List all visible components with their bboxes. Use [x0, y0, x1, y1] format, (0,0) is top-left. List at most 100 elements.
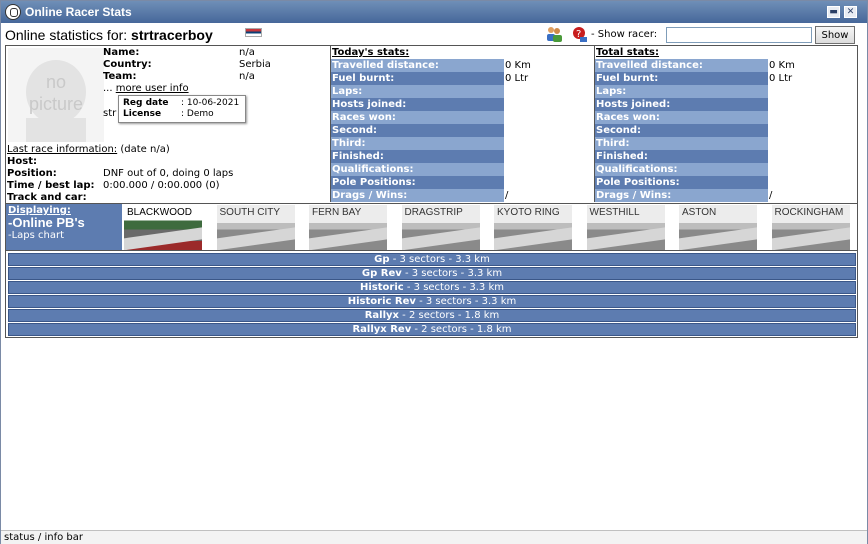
window-title: Online Racer Stats: [25, 5, 132, 19]
app-icon: [5, 4, 21, 20]
displaying-panel: Displaying: -Online PB's -Laps chart: [6, 204, 122, 250]
team-label: Team:: [103, 71, 137, 82]
last-race-row: Last race information: (date n/a): [7, 144, 170, 156]
stat-value: 0 Km: [769, 60, 795, 71]
show-racer-label: - Show racer:: [591, 29, 658, 40]
titlebar[interactable]: Online Racer Stats ▬ ✕: [1, 1, 867, 23]
track-thumbnail: [586, 224, 665, 250]
stat-label: Third:: [595, 137, 768, 150]
last-race-info: Last race information: (date n/a) Host: …: [7, 144, 233, 204]
track-tab-fern-bay[interactable]: FERN BAY: [309, 205, 387, 250]
stat-row: Travelled distance: 0 Km: [595, 59, 856, 72]
track-tab-aston[interactable]: ASTON: [679, 205, 757, 250]
stat-label: Qualifications:: [595, 163, 768, 176]
stat-label: Fuel burnt:: [595, 72, 768, 85]
stat-label: Hosts joined:: [595, 98, 768, 111]
status-bar: status / info bar: [1, 530, 867, 544]
track-config-list: Gp - 3 sectors - 3.3 km Gp Rev - 3 sector…: [8, 253, 856, 337]
stat-row: Pole Positions:: [331, 176, 592, 189]
position-label: Position:: [7, 168, 57, 179]
stat-label: Fuel burnt:: [331, 72, 504, 85]
total-stats-title: Total stats:: [596, 47, 660, 58]
more-user-info-link[interactable]: more user info: [116, 83, 189, 94]
stat-row: Pole Positions:: [595, 176, 856, 189]
stat-row: Laps:: [331, 85, 592, 98]
track-config-row[interactable]: Gp - 3 sectors - 3.3 km: [8, 253, 856, 266]
last-race-date: (date n/a): [120, 144, 170, 155]
track-name: FERN BAY: [312, 207, 362, 218]
time-value: 0:00.000 / 0:00.000 (0): [103, 180, 220, 191]
reg-date-label: Reg date: [123, 98, 169, 108]
people-icon[interactable]: [545, 26, 563, 42]
laps-chart-option[interactable]: -Laps chart: [8, 230, 120, 241]
stat-row: Fuel burnt: 0 Ltr: [595, 72, 856, 85]
partial-text: str: [103, 108, 117, 119]
stat-value: 0 Km: [505, 60, 531, 71]
stat-label: Laps:: [595, 85, 768, 98]
no-picture-text-1: no: [45, 72, 67, 92]
stat-label: Races won:: [331, 111, 504, 124]
stat-row: Hosts joined:: [595, 98, 856, 111]
time-row: Time / best lap: 0:00.000 / 0:00.000 (0): [7, 180, 220, 192]
stat-value: /: [505, 190, 509, 201]
stat-row: Finished:: [331, 150, 592, 163]
close-button[interactable]: ✕: [844, 6, 857, 18]
stat-label: Second:: [331, 124, 504, 137]
stat-row: Hosts joined:: [331, 98, 592, 111]
license-label: License: [123, 109, 162, 119]
track-tab-dragstrip[interactable]: DRAGSTRIP: [401, 205, 480, 250]
track-tab-rockingham[interactable]: ROCKINGHAM: [771, 205, 850, 250]
track-config-row[interactable]: Gp Rev - 3 sectors - 3.3 km: [8, 267, 856, 280]
track-thumbnail: [309, 224, 387, 250]
config-name: Historic Rev: [347, 296, 416, 307]
track-config-row[interactable]: Rallyx - 2 sectors - 1.8 km: [8, 309, 856, 322]
team-value: n/a: [239, 71, 255, 82]
total-stats: Total stats: Travelled distance: 0 Km Fuel…: [594, 46, 856, 202]
today-stats-title: Today's stats:: [332, 47, 410, 58]
racer-name: strtracerboy: [131, 27, 213, 43]
last-race-link[interactable]: Last race information:: [7, 144, 117, 155]
track-thumbnail: [494, 224, 572, 250]
host-label: Host:: [7, 156, 37, 167]
time-label: Time / best lap:: [7, 180, 95, 191]
track-name: SOUTH CITY: [219, 207, 281, 218]
more-info-row: ... more user info: [103, 83, 189, 95]
show-racer-input[interactable]: [666, 27, 812, 43]
stat-row: Fuel burnt: 0 Ltr: [331, 72, 592, 85]
help-icon[interactable]: ?: [571, 26, 589, 42]
track-thumbnail: [124, 224, 202, 250]
config-detail: - 3 sectors - 3.3 km: [401, 268, 503, 279]
total-stats-rows: Travelled distance: 0 Km Fuel burnt: 0 Ltr L…: [595, 59, 856, 202]
stat-row: Qualifications:: [331, 163, 592, 176]
more-prefix: ...: [103, 83, 113, 94]
track-config-row[interactable]: Historic Rev - 3 sectors - 3.3 km: [8, 295, 856, 308]
stat-label: Hosts joined:: [331, 98, 504, 111]
config-name: Gp Rev: [361, 268, 402, 279]
track-tab-south-city[interactable]: SOUTH CITY: [216, 205, 295, 250]
stat-value: /: [769, 190, 773, 201]
online-pbs-option[interactable]: -Online PB's: [8, 216, 120, 230]
track-thumbnail: [401, 224, 480, 250]
position-value: DNF out of 0, doing 0 laps: [103, 168, 234, 179]
country-label: Country:: [103, 59, 152, 70]
track-config-row[interactable]: Rallyx Rev - 2 sectors - 1.8 km: [8, 323, 856, 336]
stat-row: Qualifications:: [595, 163, 856, 176]
track-strip: Displaying: -Online PB's -Laps chart BLA…: [6, 203, 857, 251]
stat-value: 0 Ltr: [769, 73, 793, 84]
track-label: Track and car:: [7, 192, 87, 203]
position-row: Position: DNF out of 0, doing 0 laps: [7, 168, 233, 180]
show-button[interactable]: Show: [815, 26, 855, 44]
track-tab-blackwood[interactable]: BLACKWOOD: [124, 205, 202, 250]
stats-heading: Online statistics for: strtracerboy: [5, 27, 213, 43]
track-config-row[interactable]: Historic - 3 sectors - 3.3 km: [8, 281, 856, 294]
stats-panel: no picture Name: n/a Country: Serbia Tea…: [5, 45, 858, 338]
profile-picture: no picture: [8, 48, 104, 142]
stat-row: Races won:: [595, 111, 856, 124]
stat-value: 0 Ltr: [505, 73, 529, 84]
track-tab-kyoto-ring[interactable]: KYOTO RING: [494, 205, 572, 250]
minimize-button[interactable]: ▬: [827, 6, 840, 18]
config-detail: - 3 sectors - 3.3 km: [403, 282, 504, 293]
track-tab-westhill[interactable]: WESTHILL: [586, 205, 665, 250]
stat-label: Pole Positions:: [595, 176, 768, 189]
stat-label: Laps:: [331, 85, 504, 98]
